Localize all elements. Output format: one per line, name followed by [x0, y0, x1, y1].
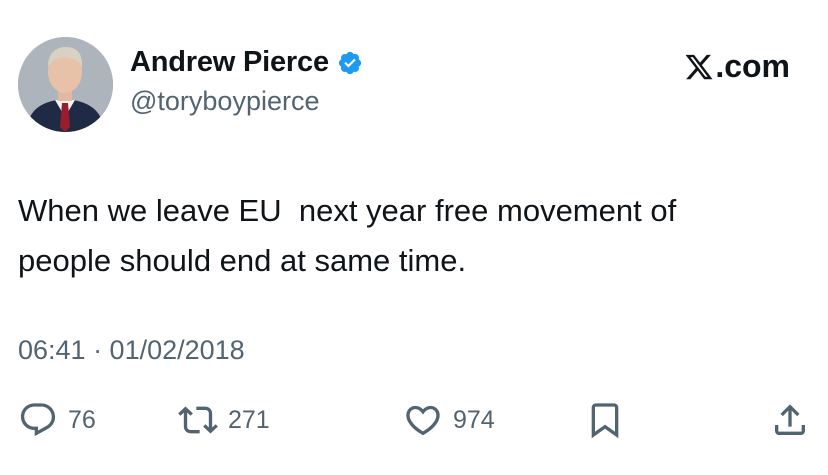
reply-count: 76 — [68, 405, 96, 434]
bookmark-icon — [591, 403, 619, 439]
reply-icon — [20, 403, 56, 437]
retweet-count: 271 — [228, 405, 270, 434]
avatar[interactable] — [18, 37, 113, 132]
like-count: 974 — [453, 405, 495, 434]
tweet-timestamp[interactable]: 06:41 · 01/02/2018 — [18, 335, 245, 366]
share-icon — [775, 404, 805, 435]
like-button[interactable]: 974 — [403, 400, 495, 440]
verified-badge-icon — [337, 50, 363, 76]
author-name-row: Andrew Pierce — [130, 46, 363, 79]
tweet-text: When we leave EU next year free movement… — [18, 193, 677, 278]
x-logo-icon — [685, 54, 713, 79]
author-handle[interactable]: @toryboypierce — [130, 86, 320, 117]
bookmark-button[interactable] — [585, 400, 625, 440]
retweet-icon — [178, 406, 218, 434]
brand-logo: .com — [684, 48, 790, 85]
brand-domain: .com — [715, 48, 790, 84]
reply-button[interactable]: 76 — [18, 400, 96, 440]
retweet-button[interactable]: 271 — [178, 400, 270, 440]
tweet-actions: 76 271 974 — [18, 400, 810, 444]
author-display-name[interactable]: Andrew Pierce — [130, 46, 329, 79]
share-button[interactable] — [770, 400, 810, 440]
heart-icon — [406, 405, 440, 436]
